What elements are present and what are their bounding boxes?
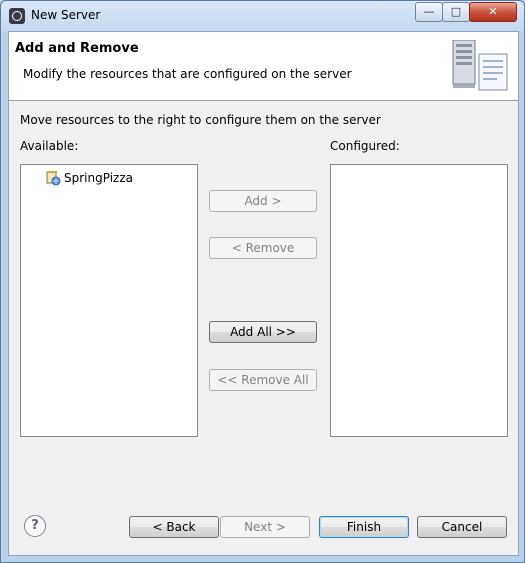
cancel-button[interactable]: Cancel [417, 516, 507, 538]
title-bar[interactable]: New Server — □ ✕ [1, 1, 524, 31]
list-item-label: SpringPizza [64, 171, 133, 185]
finish-button[interactable]: Finish [319, 516, 409, 538]
page-description: Modify the resources that are configured… [23, 67, 352, 81]
available-list[interactable]: SpringPizza [20, 164, 198, 437]
remove-button[interactable]: < Remove [209, 237, 317, 259]
dialog-body: Add and Remove Modify the resources that… [8, 31, 519, 556]
configured-label: Configured: [330, 139, 400, 153]
close-button[interactable]: ✕ [469, 2, 517, 22]
available-label: Available: [20, 139, 79, 153]
window-title: New Server [31, 8, 101, 22]
add-all-button[interactable]: Add All >> [209, 321, 317, 343]
wizard-banner: Add and Remove Modify the resources that… [9, 32, 518, 101]
remove-all-button[interactable]: << Remove All [209, 369, 317, 391]
minimize-button[interactable]: — [415, 2, 443, 22]
server-wizard-icon [452, 40, 508, 91]
help-icon[interactable]: ? [24, 515, 46, 537]
eclipse-server-icon [9, 8, 25, 24]
page-title: Add and Remove [15, 41, 139, 56]
back-button[interactable]: < Back [129, 516, 219, 538]
maximize-button[interactable]: □ [442, 2, 470, 22]
instruction-text: Move resources to the right to configure… [20, 113, 381, 127]
configured-list[interactable] [330, 164, 508, 437]
next-button[interactable]: Next > [220, 516, 310, 538]
add-button[interactable]: Add > [209, 190, 317, 212]
web-project-icon [46, 171, 61, 186]
new-server-dialog: New Server — □ ✕ Add and Remove Modify t… [0, 0, 525, 563]
